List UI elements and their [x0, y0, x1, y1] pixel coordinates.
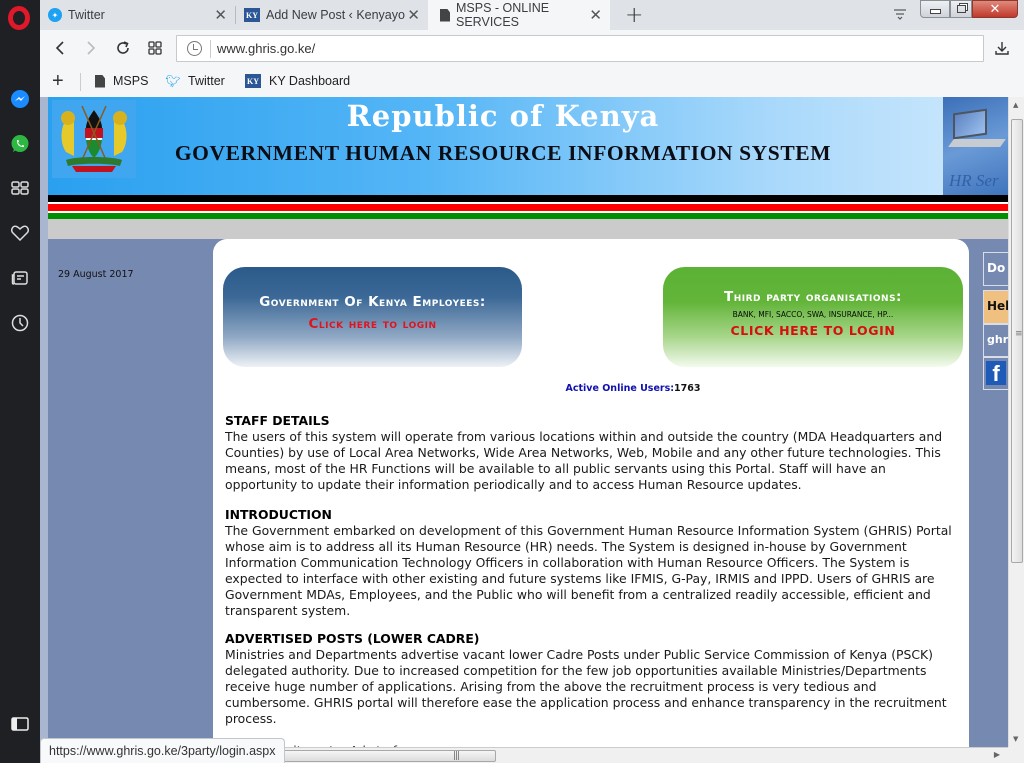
bookmarks-bar: + MSPS 🐦︎ Twitter KY KY Dashboard — [40, 66, 1024, 97]
nav-bar — [48, 219, 1008, 239]
sidebar-toggle-icon[interactable] — [8, 712, 32, 736]
tab-twitter[interactable]: ✦ Twitter ✕ — [40, 0, 235, 30]
url-text: www.ghris.go.ke/ — [217, 41, 316, 56]
section-body: The users of this system will operate fr… — [225, 429, 943, 492]
facebook-icon: f — [986, 361, 1006, 386]
grip-icon: ≡ — [1015, 329, 1023, 339]
close-icon[interactable]: ✕ — [589, 6, 602, 24]
tab-title: Twitter — [68, 8, 105, 22]
tab-msps[interactable]: MSPS - ONLINE SERVICES ✕ — [428, 0, 610, 30]
current-date: 29 August 2017 — [58, 269, 134, 280]
document-icon — [95, 74, 105, 88]
section-staff-details: STAFF DETAILS The users of this system w… — [225, 413, 960, 493]
third-party-login-button[interactable]: Third party organisations: BANK, MFI, SA… — [663, 267, 963, 367]
scroll-right-arrow-icon[interactable]: ▶ — [994, 750, 1000, 759]
scroll-up-arrow-icon[interactable]: ▲ — [1013, 101, 1018, 109]
ky-icon: KY — [245, 74, 261, 88]
header-banner: Republic of Kenya GOVERNMENT HUMAN RESOU… — [48, 97, 1008, 195]
gov-login-heading: Government Of Kenya Employees: — [259, 294, 486, 310]
vertical-scroll-thumb[interactable]: ≡ — [1011, 119, 1023, 563]
twitter-icon: 🐦︎ — [165, 74, 181, 88]
history-icon[interactable] — [8, 311, 32, 335]
gov-login-link[interactable]: Click here to login — [223, 316, 522, 332]
online-users-value: 1763 — [674, 383, 701, 394]
close-window-button[interactable]: ✕ — [972, 0, 1018, 18]
online-users-count: Active Online Users:1763 — [213, 383, 1024, 394]
heart-icon[interactable] — [8, 221, 32, 245]
restore-button[interactable] — [950, 0, 972, 18]
back-button[interactable] — [50, 38, 70, 58]
laptop-icon — [953, 108, 987, 140]
scroll-down-arrow-icon[interactable]: ▼ — [1013, 735, 1018, 743]
bookmark-msps[interactable]: MSPS — [95, 74, 148, 88]
flag-stripe-red — [48, 204, 1008, 211]
online-users-label: Active Online Users: — [565, 383, 675, 394]
news-icon[interactable] — [8, 266, 32, 290]
third-party-orgs: BANK, MFI, SACCO, SWA, INSURANCE, HP... — [732, 310, 894, 319]
history-clock-icon — [187, 41, 202, 56]
keyboard-shape — [948, 139, 1006, 147]
opera-logo-icon[interactable] — [8, 6, 30, 30]
page: Republic of Kenya GOVERNMENT HUMAN RESOU… — [48, 97, 1013, 763]
messenger-icon[interactable] — [8, 87, 32, 111]
close-icon[interactable]: ✕ — [405, 6, 420, 24]
bookmark-ky-dashboard[interactable]: KY KY Dashboard — [245, 74, 350, 88]
site-title: Republic of Kenya — [346, 99, 660, 133]
tab-title: MSPS - ONLINE SERVICES — [456, 1, 550, 29]
speed-dial-button[interactable] — [145, 38, 165, 58]
section-heading: STAFF DETAILS — [225, 413, 330, 428]
site-subtitle: GOVERNMENT HUMAN RESOURCE INFORMATION SY… — [174, 141, 832, 165]
vertical-scrollbar[interactable]: ▲ ≡ ▼ — [1008, 97, 1024, 747]
address-bar-row: www.ghris.go.ke/ — [40, 30, 1024, 66]
hr-services-image: HR Ser — [943, 97, 1008, 195]
section-heading: INTRODUCTION — [225, 507, 332, 522]
tab-title: Add New Post ‹ Kenyayote — [266, 8, 412, 22]
hr-services-text: HR Ser — [949, 171, 999, 190]
section-heading: ADVERTISED POSTS (LOWER CADRE) — [225, 631, 480, 646]
minimize-button[interactable] — [920, 0, 950, 18]
reload-button[interactable] — [113, 38, 133, 58]
divider — [210, 40, 211, 58]
bookmark-label: MSPS — [113, 74, 149, 88]
gov-employees-login-button[interactable]: Government Of Kenya Employees: Click her… — [223, 267, 522, 367]
forward-button[interactable] — [81, 38, 101, 58]
opera-sidebar — [0, 0, 40, 763]
bookmark-twitter[interactable]: 🐦︎ Twitter — [165, 74, 225, 88]
third-party-login-link[interactable]: CLICK HERE TO LOGIN — [663, 323, 963, 338]
close-icon[interactable]: ✕ — [214, 6, 227, 24]
bookmark-label: Twitter — [188, 74, 225, 88]
tab-kenyayote[interactable]: KY Add New Post ‹ Kenyayote ✕ — [236, 0, 428, 30]
add-bookmark-button[interactable]: + — [52, 71, 64, 91]
whatsapp-icon[interactable] — [8, 132, 32, 156]
page-viewport: Republic of Kenya GOVERNMENT HUMAN RESOU… — [40, 97, 1024, 763]
new-tab-button[interactable]: + — [625, 3, 643, 28]
url-input[interactable]: www.ghris.go.ke/ — [176, 35, 984, 62]
main-content: Government Of Kenya Employees: Click her… — [213, 239, 969, 763]
third-party-login-heading: Third party organisations: — [724, 289, 902, 305]
status-url-tooltip: https://www.ghris.go.ke/3party/login.asp… — [40, 738, 285, 763]
section-advertised-posts: ADVERTISED POSTS (LOWER CADRE) Ministrie… — [225, 631, 960, 727]
section-introduction: INTRODUCTION The Government embarked on … — [225, 507, 960, 619]
download-button[interactable] — [992, 38, 1012, 58]
document-icon — [440, 8, 450, 22]
divider — [80, 73, 81, 91]
left-column: 29 August 2017 — [48, 239, 213, 763]
tab-bar: ✦ Twitter ✕ KY Add New Post ‹ Kenyayote … — [40, 0, 1024, 30]
ky-icon: KY — [244, 8, 260, 22]
browser-chrome: ✦ Twitter ✕ KY Add New Post ‹ Kenyayote … — [40, 0, 1024, 97]
bookmark-label: KY Dashboard — [269, 74, 351, 88]
section-body: Ministries and Departments advertise vac… — [225, 647, 947, 726]
speed-dial-icon[interactable] — [8, 176, 32, 200]
grip-icon: ||| — [453, 751, 460, 761]
twitter-icon: ✦ — [48, 8, 62, 22]
scroll-corner — [1008, 747, 1024, 763]
flag-stripe-black — [48, 195, 1008, 202]
section-body: The Government embarked on development o… — [225, 523, 952, 618]
tab-menu-icon[interactable] — [892, 6, 908, 22]
